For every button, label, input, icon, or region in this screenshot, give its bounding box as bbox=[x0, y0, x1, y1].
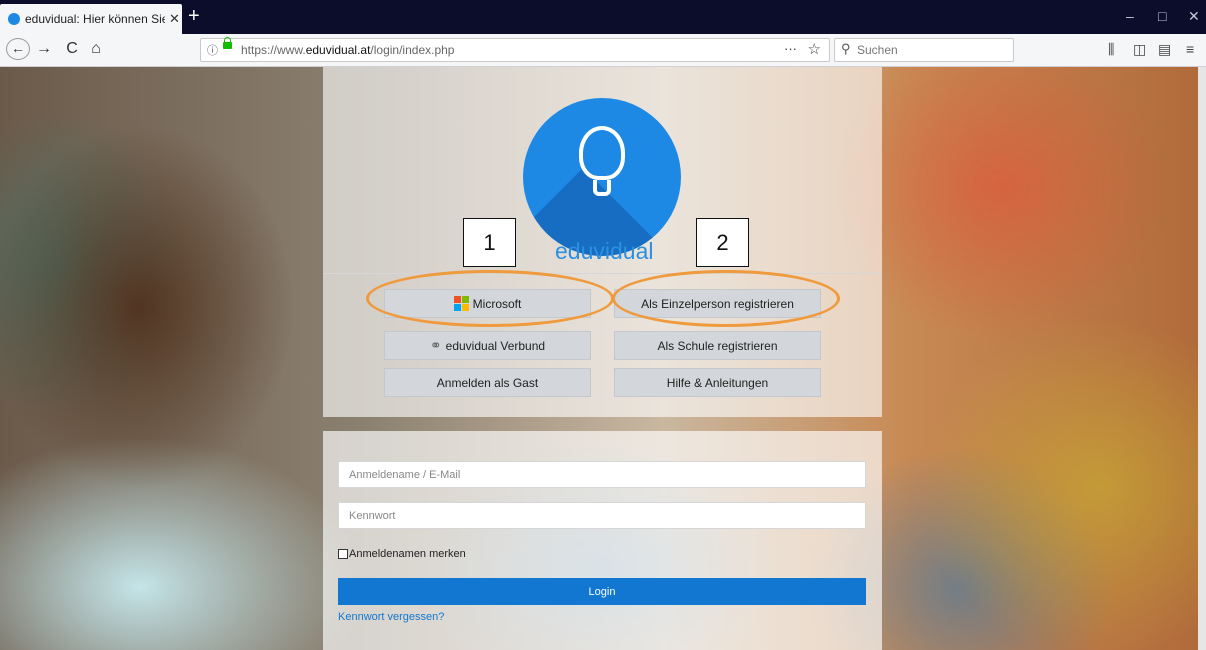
remember-username[interactable]: Anmeldenamen merken bbox=[338, 548, 466, 560]
browser-tab[interactable]: eduvidual: Hier können Sie sich ✕ bbox=[0, 4, 182, 34]
password-input[interactable]: Kennwort bbox=[338, 502, 866, 529]
help-button[interactable]: Hilfe & Anleitungen bbox=[614, 368, 821, 397]
verbund-login-button[interactable]: ⚭ eduvidual Verbund bbox=[384, 331, 591, 360]
search-icon: ⚲ bbox=[841, 41, 851, 56]
info-icon[interactable]: ⓘ bbox=[207, 42, 218, 58]
home-button[interactable]: ⌂ bbox=[86, 38, 106, 60]
lightbulb-logo-icon bbox=[523, 98, 681, 256]
browser-nav-bar: ← → C ⌂ ⓘ https://www.eduvidual.at/login… bbox=[0, 34, 1206, 67]
login-form-panel: Anmeldename / E-Mail Kennwort Anmeldenam… bbox=[323, 431, 882, 650]
library-icon[interactable]: ⫼ bbox=[1108, 41, 1114, 58]
brand-name: eduvidual bbox=[555, 238, 654, 264]
browser-tab-bar: eduvidual: Hier können Sie sich ✕ + – □ … bbox=[0, 0, 1206, 34]
page-background: eduvidual Microsoft ⚭ eduvidual Verbund … bbox=[0, 67, 1206, 650]
login-options-panel: eduvidual Microsoft ⚭ eduvidual Verbund … bbox=[323, 67, 882, 417]
login-button[interactable]: Login bbox=[338, 578, 866, 605]
menu-icon[interactable]: ≡ bbox=[1186, 41, 1194, 57]
annotation-box-1: 1 bbox=[463, 218, 516, 267]
divider bbox=[323, 273, 882, 274]
network-icon: ⚭ bbox=[429, 337, 442, 353]
favicon-icon bbox=[8, 13, 20, 25]
annotation-ellipse-2 bbox=[612, 270, 840, 327]
annotation-box-2: 2 bbox=[696, 218, 749, 267]
search-input[interactable]: ⚲ Suchen bbox=[834, 38, 1014, 62]
new-tab-button[interactable]: + bbox=[188, 6, 200, 26]
guest-login-button[interactable]: Anmelden als Gast bbox=[384, 368, 591, 397]
reader-view-icon[interactable]: ▤ bbox=[1158, 41, 1171, 58]
bookmark-star-icon[interactable]: ☆ bbox=[808, 40, 821, 58]
page-actions-button[interactable]: ··· bbox=[784, 41, 797, 56]
username-input[interactable]: Anmeldename / E-Mail bbox=[338, 461, 866, 488]
forgot-password-link[interactable]: Kennwort vergessen? bbox=[338, 611, 444, 623]
reload-button[interactable]: C bbox=[62, 38, 82, 60]
remember-checkbox[interactable] bbox=[338, 549, 348, 559]
url-bar[interactable]: ⓘ https://www.eduvidual.at/login/index.p… bbox=[200, 37, 830, 62]
scrollbar[interactable] bbox=[1198, 67, 1206, 650]
tab-title: eduvidual: Hier können Sie sich bbox=[25, 12, 165, 26]
annotation-ellipse-1 bbox=[366, 270, 614, 327]
lock-icon bbox=[223, 37, 232, 49]
restore-button[interactable]: □ bbox=[1158, 8, 1166, 24]
sidebar-icon[interactable]: ◫ bbox=[1133, 41, 1146, 58]
register-school-button[interactable]: Als Schule registrieren bbox=[614, 331, 821, 360]
forward-button[interactable]: → bbox=[34, 38, 54, 60]
back-button[interactable]: ← bbox=[6, 38, 30, 60]
url-text: https://www.eduvidual.at/login/index.php bbox=[241, 43, 455, 57]
close-window-button[interactable]: ✕ bbox=[1188, 8, 1200, 25]
minimize-button[interactable]: – bbox=[1126, 8, 1134, 24]
tab-close-button[interactable]: ✕ bbox=[169, 11, 180, 27]
